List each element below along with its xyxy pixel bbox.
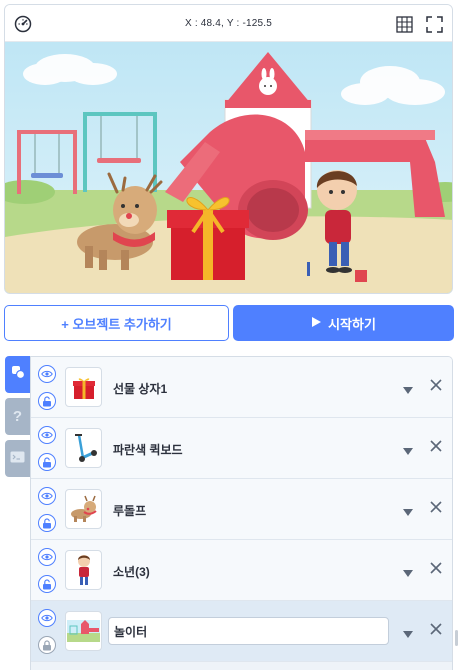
start-label: 시작하기 — [328, 316, 376, 332]
close-icon[interactable] — [429, 439, 445, 455]
boy-thumbnail — [65, 550, 102, 590]
object-row-boy[interactable]: 소년(3) — [31, 540, 452, 601]
fullscreen-icon[interactable] — [424, 14, 444, 34]
object-name-input[interactable] — [108, 617, 389, 645]
stage-toolbar: X : 48.4, Y : -125.5 — [5, 5, 452, 42]
objects-icon — [11, 365, 25, 384]
chevron-down-icon[interactable] — [402, 626, 414, 638]
object-name: 소년(3) — [113, 565, 150, 579]
help-icon: ? — [12, 408, 23, 425]
console-icon — [10, 450, 25, 468]
scrollbar[interactable] — [455, 630, 458, 646]
stage-canvas[interactable] — [5, 42, 452, 293]
object-list: 선물 상자1 파란색 퀵보드 루돌프 소년(3) 놀이터 — [30, 356, 453, 670]
chevron-down-icon[interactable] — [402, 504, 414, 516]
tab-help[interactable]: ? — [5, 398, 30, 435]
reindeer-thumbnail — [65, 489, 102, 529]
unlock-icon[interactable] — [38, 453, 56, 471]
object-name: 루돌프 — [113, 504, 147, 518]
eye-icon[interactable] — [38, 548, 56, 566]
play-icon — [311, 316, 322, 331]
tab-objects[interactable] — [5, 356, 30, 393]
object-row-playground[interactable] — [31, 601, 452, 662]
gift-box-thumbnail — [65, 367, 102, 407]
object-row-reindeer[interactable]: 루돌프 — [31, 479, 452, 540]
object-name: 파란색 퀵보드 — [113, 443, 183, 457]
chevron-down-icon[interactable] — [402, 565, 414, 577]
unlock-icon[interactable] — [38, 514, 56, 532]
object-row-gift-box[interactable]: 선물 상자1 — [31, 357, 452, 418]
tab-console[interactable] — [5, 440, 30, 477]
object-name: 선물 상자1 — [113, 382, 168, 396]
grid-icon[interactable] — [394, 14, 414, 34]
stage-panel: X : 48.4, Y : -125.5 — [4, 4, 453, 294]
close-icon[interactable] — [429, 500, 445, 516]
close-icon[interactable] — [429, 561, 445, 577]
add-object-button[interactable]: + 오브젝트 추가하기 — [4, 305, 229, 341]
start-button[interactable]: 시작하기 — [233, 305, 454, 341]
eye-icon[interactable] — [38, 426, 56, 444]
add-object-label: + 오브젝트 추가하기 — [61, 316, 172, 332]
blue-scooter-thumbnail — [65, 428, 102, 468]
unlock-icon[interactable] — [38, 392, 56, 410]
close-icon[interactable] — [429, 622, 445, 638]
chevron-down-icon[interactable] — [402, 443, 414, 455]
lock-icon[interactable] — [38, 636, 56, 654]
close-icon[interactable] — [429, 378, 445, 394]
unlock-icon[interactable] — [38, 575, 56, 593]
chevron-down-icon[interactable] — [402, 382, 414, 394]
object-row-blue-scooter[interactable]: 파란색 퀵보드 — [31, 418, 452, 479]
playground-thumbnail — [65, 611, 102, 651]
eye-icon[interactable] — [38, 609, 56, 627]
coordinate-readout: X : 48.4, Y : -125.5 — [184, 18, 273, 29]
eye-icon[interactable] — [38, 487, 56, 505]
eye-icon[interactable] — [38, 365, 56, 383]
